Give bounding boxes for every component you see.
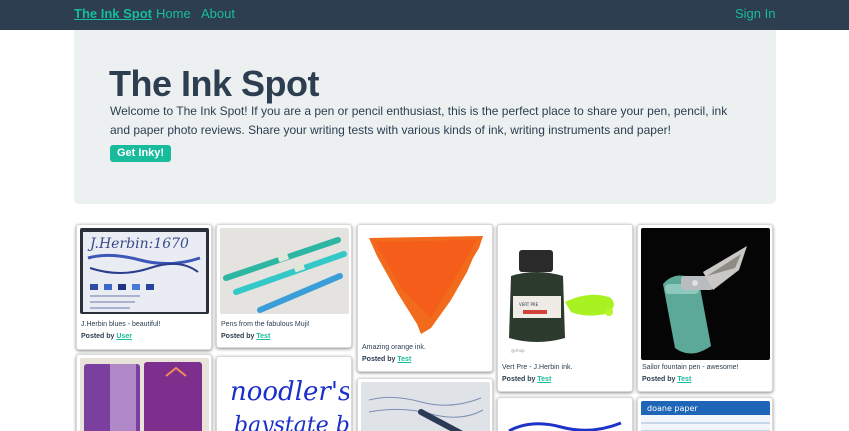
photo-card[interactable] [76,354,212,431]
photo-card[interactable]: noodler's baystate blue [216,356,352,431]
card-caption: Pens from the fabulous Muji! [221,321,310,328]
jherbin-ink-swatch-image: J.Herbin:1670 [80,228,209,314]
card-photo[interactable]: VERT PRE @shop [501,228,630,360]
card-photo[interactable] [641,228,770,360]
author-link[interactable]: Test [537,376,551,383]
doane-paper-image: doane paper [641,401,770,431]
card-caption: Vert Pre - J.Herbin ink. [502,364,573,371]
card-photo[interactable] [501,401,630,431]
card-photo[interactable] [220,228,349,314]
posted-by-label: Posted by [362,356,396,363]
card-photo[interactable]: doane paper [641,401,770,431]
orange-ink-swatch-image [361,228,490,338]
posted-by-label: Posted by [642,376,676,383]
photo-card[interactable]: J.Herbin:1670 J.Herbin blues - beautiful… [76,224,212,350]
author-link[interactable]: Test [677,376,691,383]
muji-pens-image [220,228,349,314]
card-photo[interactable]: noodler's baystate blue [220,360,349,431]
photo-card[interactable]: Sailor fountain pen - awesome! Posted by… [637,224,773,392]
card-caption: Sailor fountain pen - awesome! [642,364,739,371]
posted-by-label: Posted by [221,333,255,340]
card-posted-by: Posted by Test [502,376,551,383]
photo-card[interactable]: doane paper [637,397,773,431]
card-photo[interactable] [361,382,490,431]
svg-text:@shop: @shop [511,348,525,353]
card-photo[interactable]: J.Herbin:1670 [80,228,209,314]
noodlers-baystate-blue-image: noodler's baystate blue [220,360,349,431]
card-caption: Amazing orange ink. [362,344,426,351]
card-posted-by: Posted by User [81,333,132,340]
welcome-text: Welcome to The Ink Spot! If you are a pe… [110,104,728,137]
notebooks-image [80,358,209,431]
image-text-vert-pre: VERT PRE [519,302,539,307]
author-link[interactable]: Test [256,333,270,340]
image-text-baystate: baystate blue [234,413,349,431]
posted-by-label: Posted by [502,376,536,383]
author-link[interactable]: Test [397,356,411,363]
card-photo[interactable] [361,228,490,338]
image-text-doane: doane paper [647,404,698,413]
posted-by-label: Posted by [81,333,115,340]
photo-card[interactable]: Amazing orange ink. Posted by Test [357,224,493,372]
image-text-noodlers: noodler's [230,377,349,407]
navbar: The Ink Spot Home About Sign In [0,0,849,30]
page-title: The Ink Spot [109,63,320,104]
brand-link[interactable]: The Ink Spot [74,6,152,21]
card-posted-by: Posted by Test [642,376,691,383]
photo-card[interactable]: VERT PRE @shop Vert Pre - J.Herbin ink. … [497,224,633,392]
vert-pre-ink-bottle-image: VERT PRE @shop [501,228,630,360]
card-photo[interactable] [80,358,209,431]
jumbotron: The Ink Spot Welcome to The Ink Spot! If… [74,30,776,204]
photo-card[interactable] [497,397,633,431]
photo-card[interactable] [357,378,493,431]
handwriting-sample-image [361,382,490,431]
image-text-jherbin: J.Herbin:1670 [87,236,189,252]
sign-in-link[interactable]: Sign In [735,6,775,21]
sailor-fountain-pen-image [641,228,770,360]
get-inky-button[interactable]: Get Inky! [110,145,172,162]
nav-about-link[interactable]: About [201,6,235,21]
author-link[interactable]: User [116,333,132,340]
nav-home-link[interactable]: Home [156,6,191,21]
card-caption: J.Herbin blues - beautiful! [81,321,161,328]
card-posted-by: Posted by Test [221,333,270,340]
ink-strokes-image [501,401,630,431]
photo-card[interactable]: Pens from the fabulous Muji! Posted by T… [216,224,352,348]
card-posted-by: Posted by Test [362,356,411,363]
